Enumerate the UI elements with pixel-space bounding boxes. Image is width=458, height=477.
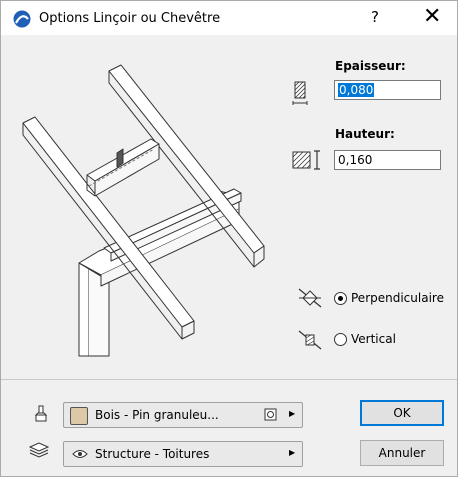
window-title: Options Linçoir ou Chevêtre [39, 11, 221, 26]
layer-label: Structure - Toitures [95, 447, 210, 461]
trimmer-preview-image [22, 64, 265, 357]
thickness-value: 0,080 [338, 83, 375, 97]
footer-divider [1, 379, 457, 380]
layer-arrow-icon: ▶ [289, 448, 296, 457]
material-label: Bois - Pin granuleu... [95, 408, 219, 422]
height-icon [292, 150, 320, 170]
thickness-field[interactable]: 0,080 [334, 80, 441, 100]
title-bar: Options Linçoir ou Chevêtre ? ✕ [1, 1, 457, 35]
height-value: 0,160 [338, 153, 373, 167]
close-button[interactable]: ✕ [423, 4, 441, 29]
help-button[interactable]: ? [371, 8, 379, 26]
perpendicular-icon [298, 288, 322, 308]
layer-popup[interactable]: Structure - Toitures ▶ [63, 441, 303, 467]
archicad-logo-icon [13, 10, 31, 28]
perpendicular-radio[interactable] [334, 292, 347, 305]
material-arrow-icon: ▶ [289, 409, 296, 418]
vertical-label[interactable]: Vertical [351, 332, 396, 346]
vertical-icon [298, 330, 322, 350]
thickness-label: Epaisseur: [335, 59, 406, 73]
cancel-button[interactable]: Annuler [360, 440, 444, 466]
height-label: Hauteur: [335, 127, 395, 141]
material-swatch [70, 407, 88, 425]
height-field[interactable]: 0,160 [334, 150, 441, 170]
vertical-radio[interactable] [334, 333, 347, 346]
material-preview-icon [264, 408, 277, 421]
trimmer-options-dialog: Options Linçoir ou Chevêtre ? ✕ Epaisseu… [0, 0, 458, 477]
eye-icon [72, 450, 88, 458]
ok-button[interactable]: OK [360, 400, 444, 426]
perpendicular-label[interactable]: Perpendiculaire [351, 291, 444, 305]
layers-icon [29, 442, 49, 458]
thickness-icon [292, 81, 308, 105]
material-popup[interactable]: Bois - Pin granuleu... ▶ [63, 402, 303, 428]
material-brush-icon [34, 405, 48, 422]
